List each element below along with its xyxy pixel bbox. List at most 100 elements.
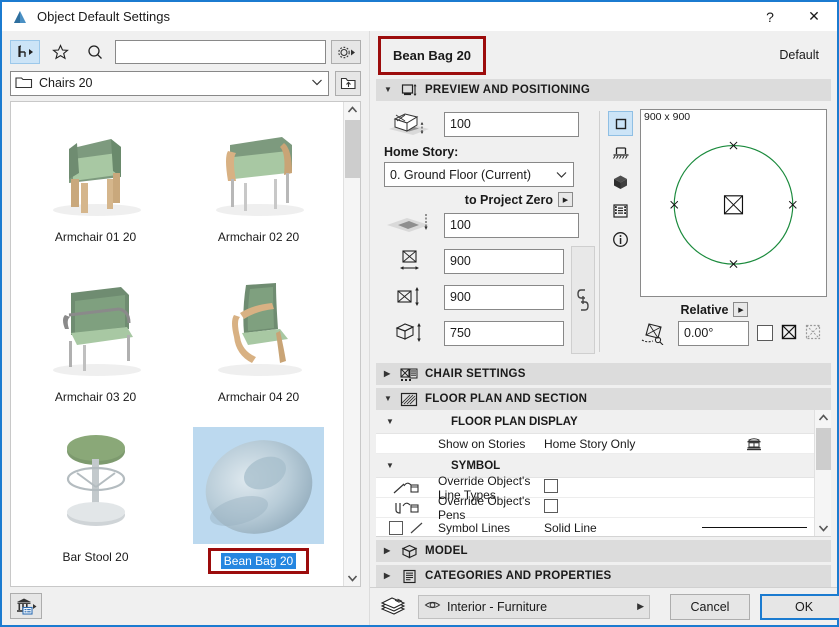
- depth-dimension-icon: [384, 282, 436, 312]
- subsection-floor-plan-display[interactable]: ▼ FLOOR PLAN DISPLAY: [376, 410, 814, 434]
- preview-drawing: [670, 141, 797, 269]
- star-icon[interactable]: [45, 40, 75, 64]
- table-row[interactable]: Show on Stories Home Story Only: [376, 434, 814, 454]
- scroll-down-arrow[interactable]: [815, 520, 832, 536]
- preview-dimension-label: 900 x 900: [644, 111, 691, 123]
- preview-positioning-icon: [400, 82, 418, 98]
- box-above-story-icon: [384, 109, 436, 139]
- layer-popup-arrow[interactable]: ▶: [637, 601, 644, 612]
- symbol-preview-box[interactable]: 900 x 900: [640, 109, 827, 297]
- angle-row: 0.00°: [640, 320, 827, 346]
- scroll-up-arrow[interactable]: [815, 410, 832, 426]
- height-field[interactable]: 750: [444, 320, 564, 346]
- search-icon[interactable]: [80, 40, 110, 64]
- title-bar: Object Default Settings ? ✕: [2, 2, 837, 31]
- depth-field[interactable]: 900: [444, 284, 564, 310]
- mirror-checkbox[interactable]: [757, 325, 773, 341]
- section-label: CATEGORIES AND PROPERTIES: [425, 570, 612, 582]
- chevron-right-icon: ▶: [384, 369, 391, 378]
- chair-browser-icon[interactable]: [10, 40, 40, 64]
- section-categories-and-properties[interactable]: ▶ CATEGORIES AND PROPERTIES: [376, 565, 831, 587]
- anchor-point-icon[interactable]: [781, 324, 797, 343]
- list-item[interactable]: Bar Stool 20: [14, 425, 177, 585]
- section-preview-and-positioning[interactable]: ▼ PREVIEW AND POSITIONING: [376, 79, 831, 101]
- scrollbar-track[interactable]: [815, 426, 832, 520]
- section-view-icon[interactable]: [608, 140, 633, 165]
- table-row[interactable]: Override Object's Pens: [376, 494, 814, 522]
- 3d-view-icon[interactable]: [608, 169, 633, 194]
- setting-value: Solid Line: [544, 520, 597, 535]
- anchor-point-dashed-icon[interactable]: [805, 324, 821, 343]
- archicad-app-icon: [11, 9, 29, 25]
- close-button[interactable]: ✕: [791, 3, 837, 30]
- floor-plan-section-icon: [400, 391, 418, 407]
- gear-icon[interactable]: [331, 40, 361, 64]
- folder-up-icon[interactable]: [335, 70, 361, 96]
- preview-positioning-content: 100 Home Story: 0. Ground Floor (Current…: [376, 101, 831, 360]
- list-item[interactable]: Armchair 02 20: [177, 105, 340, 265]
- list-item[interactable]: Armchair 04 20: [177, 265, 340, 425]
- floor-plan-scrollbar[interactable]: [814, 410, 831, 536]
- override-pens-checkbox[interactable]: [544, 499, 558, 513]
- link-proportions-icon[interactable]: [571, 246, 595, 354]
- mirror-rotate-icon: [640, 320, 670, 346]
- elevation-project-zero-field[interactable]: 100: [444, 212, 579, 238]
- symbol-view-icon[interactable]: [608, 111, 633, 136]
- ok-button[interactable]: OK: [760, 593, 839, 620]
- angle-field[interactable]: 0.00°: [678, 320, 749, 346]
- section-model[interactable]: ▶ MODEL: [376, 540, 831, 562]
- object-label: Bean Bag 20: [220, 553, 297, 569]
- browser-footer: [2, 587, 369, 625]
- list-item[interactable]: Armchair 03 20: [14, 265, 177, 425]
- thumbnail-scrollbar[interactable]: [343, 102, 360, 586]
- preview-view-toolbar: [608, 109, 634, 354]
- scrollbar-thumb[interactable]: [344, 120, 360, 178]
- slab-elevation-icon: [384, 210, 436, 240]
- positioning-fields: 100 Home Story: 0. Ground Floor (Current…: [380, 109, 595, 354]
- layers-icon[interactable]: [378, 595, 408, 619]
- settings-sections: ▼ PREVIEW AND POSITIONING 100 Home Story…: [370, 79, 837, 587]
- object-header: Bean Bag 20 Default: [370, 31, 837, 79]
- folder-combobox[interactable]: Chairs 20: [10, 70, 329, 96]
- chevron-down-icon: ▼: [384, 85, 393, 94]
- home-story-combobox[interactable]: 0. Ground Floor (Current): [384, 162, 574, 187]
- width-field[interactable]: 900: [444, 248, 564, 274]
- cancel-button[interactable]: Cancel: [670, 593, 750, 620]
- folder-label: Chairs 20: [39, 76, 93, 90]
- elevation-home-story-field[interactable]: 100: [444, 111, 579, 137]
- object-thumbnail: [193, 427, 324, 544]
- default-indicator: Default: [779, 48, 819, 62]
- object-name-tab[interactable]: Bean Bag 20: [378, 35, 487, 75]
- layer-combobox[interactable]: Interior - Furniture ▶: [418, 594, 650, 619]
- stories-icon[interactable]: [694, 436, 814, 452]
- object-thumbnail: [30, 267, 161, 384]
- scroll-up-arrow[interactable]: [344, 102, 361, 118]
- setting-value: Home Story Only: [544, 436, 636, 451]
- object-label: Armchair 01 20: [54, 230, 137, 244]
- section-floor-plan-and-section[interactable]: ▼ FLOOR PLAN AND SECTION: [376, 388, 831, 410]
- home-story-label: Home Story:: [384, 145, 459, 159]
- scrollbar-thumb[interactable]: [815, 428, 831, 470]
- chevron-right-icon: ▶: [384, 571, 391, 580]
- to-project-zero-row: to Project Zero ▶: [384, 192, 595, 207]
- override-line-types-checkbox[interactable]: [544, 479, 558, 493]
- search-input[interactable]: [115, 40, 326, 64]
- table-row[interactable]: Symbol Lines Solid Line: [376, 518, 814, 536]
- section-chair-settings[interactable]: ▶ CHAIR SETTINGS: [376, 363, 831, 385]
- width-dimension-icon: [384, 246, 436, 276]
- chair-settings-icon: [400, 366, 418, 382]
- section-label: CHAIR SETTINGS: [425, 368, 526, 380]
- scrollbar-track[interactable]: [344, 118, 361, 570]
- symbol-lines-checkbox[interactable]: [389, 520, 403, 535]
- chevron-down-icon: [555, 168, 568, 182]
- list-item[interactable]: Armchair 01 20: [14, 105, 177, 265]
- library-manager-icon[interactable]: [10, 593, 42, 619]
- to-project-zero-popup-button[interactable]: ▶: [558, 192, 573, 207]
- list-item-selected[interactable]: Bean Bag 20: [177, 425, 340, 585]
- info-view-icon[interactable]: [608, 227, 633, 252]
- filmstrip-view-icon[interactable]: [608, 198, 633, 223]
- help-button[interactable]: ?: [749, 3, 791, 30]
- chevron-down-icon: [310, 76, 324, 90]
- scroll-down-arrow[interactable]: [344, 570, 361, 586]
- relative-popup-button[interactable]: ▶: [733, 302, 749, 317]
